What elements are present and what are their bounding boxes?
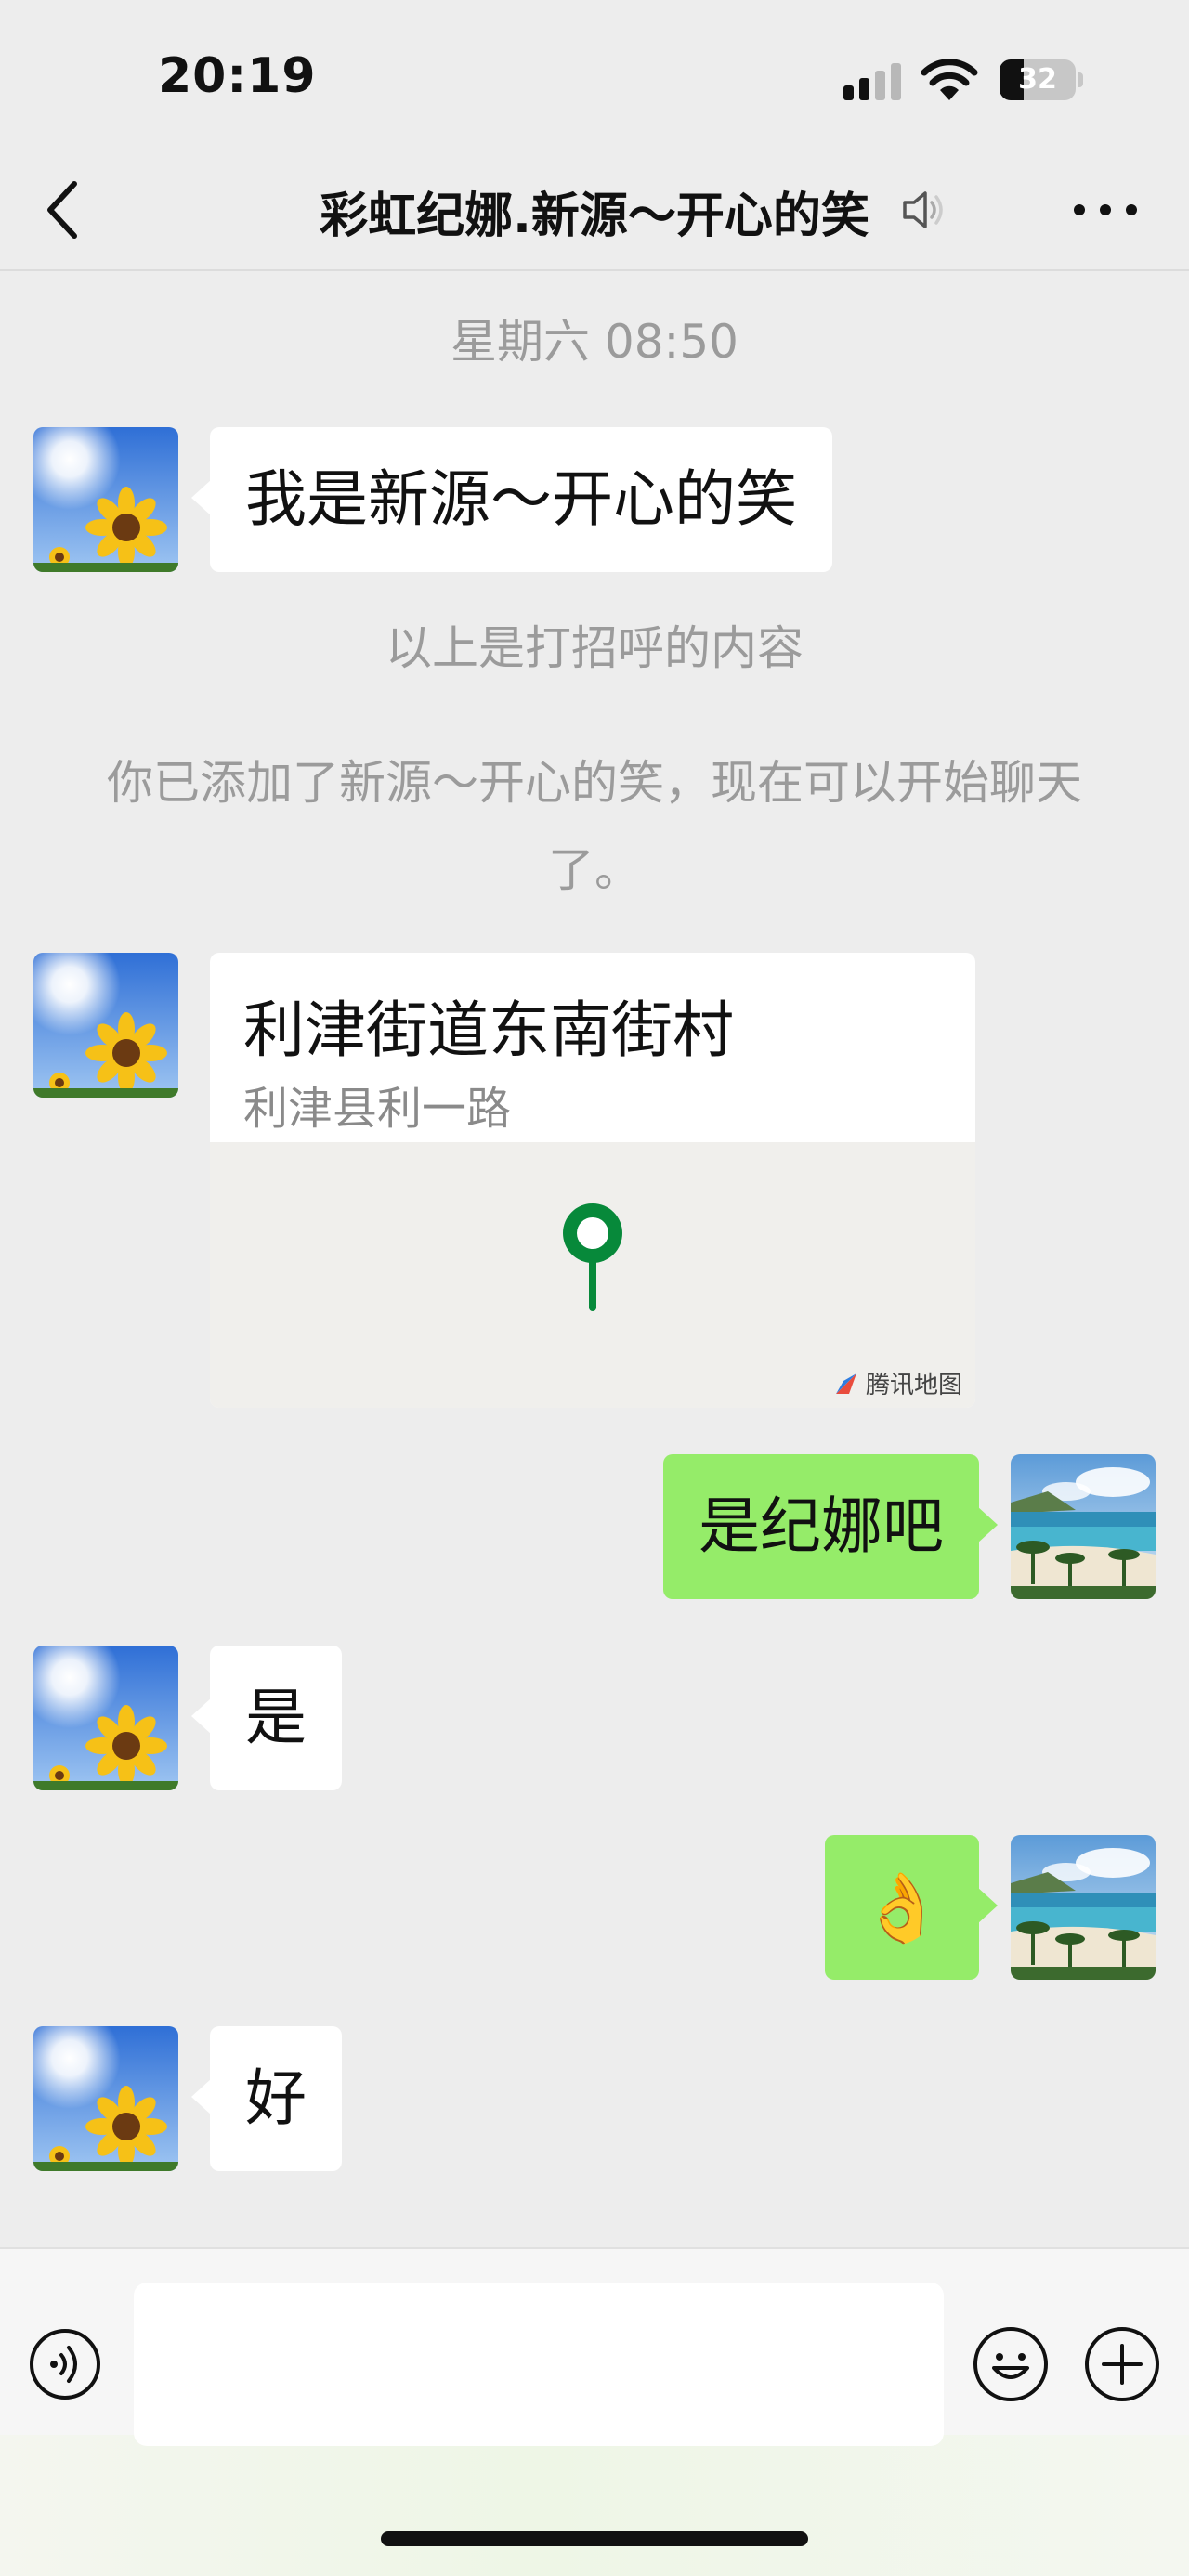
- location-map: 腾讯地图: [210, 1142, 975, 1408]
- message-bubble-out[interactable]: 是纪娜吧: [663, 1454, 998, 1599]
- message-bubble-in[interactable]: 是: [191, 1646, 342, 1790]
- home-indicator: [381, 2531, 808, 2546]
- location-message-card[interactable]: 利津街道东南街村 利津县利一路 腾讯地图: [210, 953, 975, 1408]
- cellular-signal-icon: [843, 61, 903, 100]
- friend-added-note: 你已添加了新源～开心的笑，现在可以开始聊天了。: [107, 756, 1082, 897]
- speaker-muted-icon: [903, 191, 943, 228]
- message-bubble-in[interactable]: 好: [191, 2026, 342, 2171]
- plus-button[interactable]: [1083, 2325, 1161, 2403]
- my-avatar[interactable]: [1011, 1454, 1156, 1599]
- message-input[interactable]: [134, 2283, 944, 2446]
- emoji-message-bubble[interactable]: 👌: [825, 1835, 998, 1980]
- greeting-note: 以上是打招呼的内容: [385, 621, 804, 675]
- map-brand-label: 腾讯地图: [865, 1372, 962, 1399]
- battery-icon: 32: [1000, 59, 1083, 100]
- chat-input-bar: [0, 2247, 1189, 2576]
- battery-text: 32: [1018, 63, 1057, 96]
- my-avatar[interactable]: [1011, 1835, 1156, 1980]
- chat-timestamp: 星期六 08:50: [451, 315, 738, 369]
- chat-header: 彩虹纪娜.新源～开心的笑: [0, 149, 1189, 271]
- more-button[interactable]: [1068, 189, 1143, 230]
- map-brand: 腾讯地图: [832, 1366, 962, 1400]
- location-name: 利津街道东南街村: [243, 995, 734, 1066]
- contact-avatar[interactable]: [33, 953, 178, 1098]
- contact-avatar[interactable]: [33, 2026, 178, 2171]
- status-bar: 20:19 32: [0, 0, 1189, 149]
- location-address: 利津县利一路: [243, 1083, 512, 1135]
- emoji-button[interactable]: [972, 2325, 1050, 2403]
- wifi-icon: [921, 59, 978, 100]
- contact-avatar[interactable]: [33, 1646, 178, 1790]
- message-bubble-in[interactable]: 我是新源～开心的笑: [191, 427, 832, 572]
- contact-avatar[interactable]: [33, 427, 178, 572]
- status-time: 20:19: [158, 48, 317, 104]
- map-pin-icon: [563, 1203, 622, 1311]
- chat-title: 彩虹纪娜.新源～开心的笑: [320, 189, 869, 244]
- voice-button[interactable]: [28, 2327, 102, 2401]
- tencent-map-logo-icon: [835, 1373, 856, 1394]
- back-button[interactable]: [37, 175, 93, 245]
